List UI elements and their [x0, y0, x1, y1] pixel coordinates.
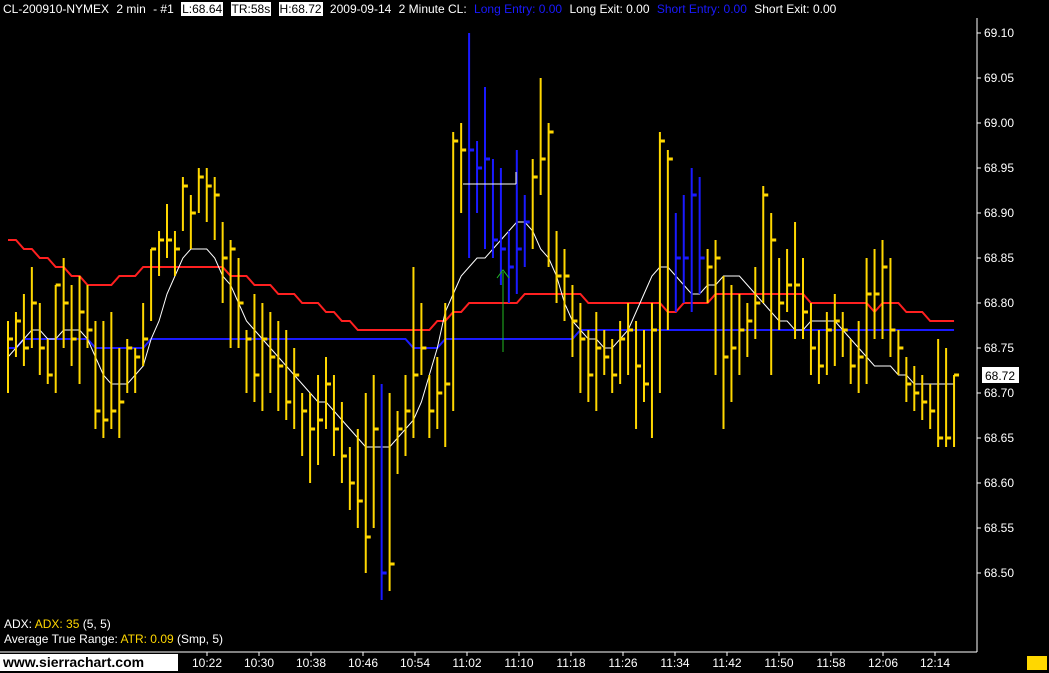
price-tick-label: 69.05 — [984, 71, 1014, 85]
ma-blue-fast-hidden — [8, 222, 954, 447]
time-tick-label: 10:30 — [244, 656, 274, 670]
ma-blue-slow-line — [8, 329, 955, 349]
time-tick-label: 10:38 — [296, 656, 326, 670]
ma-white-line — [7, 221, 955, 448]
time-tick-label: 10:46 — [348, 656, 378, 670]
price-tick-label: 68.80 — [984, 296, 1014, 310]
corner-indicator[interactable] — [1027, 656, 1047, 670]
indicator-panel: ADX: ADX: 35 (5, 5) Average True Range: … — [4, 617, 223, 647]
time-tick-label: 11:26 — [608, 656, 637, 670]
price-tick-label: 68.95 — [984, 161, 1014, 175]
price-tick-label: 68.60 — [984, 476, 1014, 490]
time-tick-label: 11:10 — [504, 656, 533, 670]
brand-text: www.sierrachart.com — [3, 654, 145, 670]
time-tick-label: 11:58 — [816, 656, 845, 670]
price-tick-label: 68.90 — [984, 206, 1014, 220]
time-tick-label: 10:54 — [400, 656, 430, 670]
time-tick-label: 12:06 — [868, 656, 898, 670]
time-tick-label: 11:50 — [764, 656, 793, 670]
time-tick-label: 11:18 — [556, 656, 585, 670]
price-chart[interactable]: 69.10 69.05 69.00 68.95 68.90 68.85 68.80 68.75… — [0, 0, 1049, 673]
price-tick-label: 68.65 — [984, 431, 1014, 445]
atr-params: (Smp, 5) — [177, 632, 224, 646]
time-tick-label: 12:14 — [920, 656, 950, 670]
price-tick-label: 68.70 — [984, 386, 1014, 400]
price-tick-label: 69.00 — [984, 116, 1014, 130]
last-price-label: 68.72 — [985, 369, 1015, 383]
adx-label: ADX: — [4, 617, 33, 631]
price-tick-label: 68.75 — [984, 341, 1014, 355]
time-tick-label: 11:34 — [660, 656, 689, 670]
price-tick-label: 68.85 — [984, 251, 1014, 265]
sierrachart-link[interactable]: www.sierrachart.com — [0, 654, 178, 671]
adx-params: (5, 5) — [82, 617, 111, 631]
price-tick-label: 68.50 — [984, 566, 1014, 580]
atr-value: ATR: 0.09 — [120, 632, 174, 646]
time-tick-label: 11:02 — [452, 656, 481, 670]
time-tick-label: 11:42 — [712, 656, 741, 670]
price-tick-label: 69.10 — [984, 26, 1014, 40]
time-tick-label: 10:22 — [192, 656, 222, 670]
atr-label: Average True Range: — [4, 632, 118, 646]
ma-red-line — [8, 239, 955, 331]
adx-value: ADX: 35 — [34, 617, 80, 631]
price-tick-label: 68.55 — [984, 521, 1014, 535]
